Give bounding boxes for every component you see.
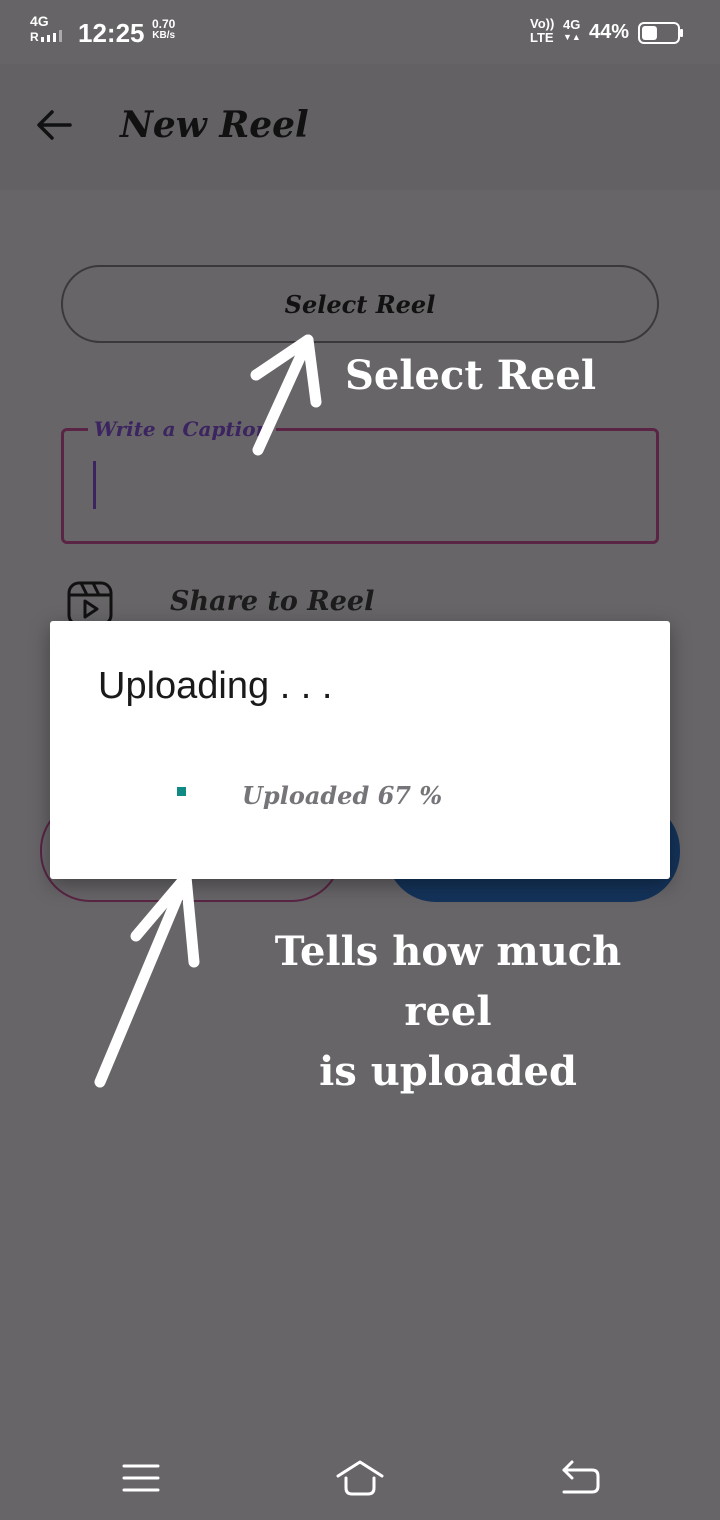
share-to-reel-label[interactable]: Share to Reel bbox=[170, 586, 374, 617]
annotation-select-note: Select Reel bbox=[345, 352, 597, 399]
menu-icon[interactable] bbox=[120, 1460, 162, 1496]
text-cursor bbox=[93, 461, 96, 509]
progress-spinner-icon bbox=[177, 787, 186, 796]
volte-label: Vo)) bbox=[530, 16, 555, 31]
annotation-arrow-upload bbox=[94, 871, 200, 1088]
home-icon[interactable] bbox=[334, 1456, 386, 1498]
volte-indicator: Vo)) LTE bbox=[530, 17, 554, 45]
battery-percent: 44% bbox=[589, 21, 630, 43]
data-type-indicator: 4G ▼▲ bbox=[563, 18, 581, 44]
signal-strength-icon: R bbox=[30, 30, 66, 44]
arrow-left-icon[interactable] bbox=[30, 100, 80, 150]
speed-value: 0.70 bbox=[152, 17, 176, 31]
select-reel-label: Select Reel bbox=[284, 289, 436, 319]
caption-input[interactable]: Write a Caption bbox=[61, 417, 659, 544]
select-reel-button[interactable]: Select Reel bbox=[61, 265, 659, 343]
caption-label: Write a Caption bbox=[88, 417, 277, 441]
annotation-upload-note: Tells how much reel is uploaded bbox=[230, 922, 666, 1102]
page-title: New Reel bbox=[120, 104, 309, 146]
annotation-upload-line1: Tells how much reel bbox=[274, 928, 622, 1035]
clock: 12:25 bbox=[78, 18, 145, 48]
dialog-title: Uploading . . . bbox=[98, 665, 333, 707]
roaming-indicator: R bbox=[30, 30, 39, 44]
battery-icon bbox=[638, 22, 683, 44]
data-type-label: 4G bbox=[563, 17, 581, 32]
speed-unit: KB/s bbox=[152, 30, 176, 41]
upload-progress-text: Uploaded 67 % bbox=[242, 781, 443, 810]
app-header: New Reel bbox=[0, 64, 720, 190]
network-type: 4G bbox=[30, 13, 49, 29]
data-activity-icon: ▼▲ bbox=[563, 32, 581, 42]
annotation-upload-line2: is uploaded bbox=[319, 1048, 577, 1095]
network-speed: 0.70 KB/s bbox=[152, 18, 175, 42]
lte-label: LTE bbox=[530, 30, 554, 45]
back-return-icon[interactable] bbox=[556, 1458, 604, 1498]
system-nav-bar bbox=[0, 1430, 720, 1520]
upload-progress-dialog: Uploading . . . Uploaded 67 % bbox=[50, 621, 670, 879]
status-bar: 4G R 12:25 0.70 KB/s Vo)) LTE 4G ▼▲ 44% bbox=[0, 0, 720, 64]
